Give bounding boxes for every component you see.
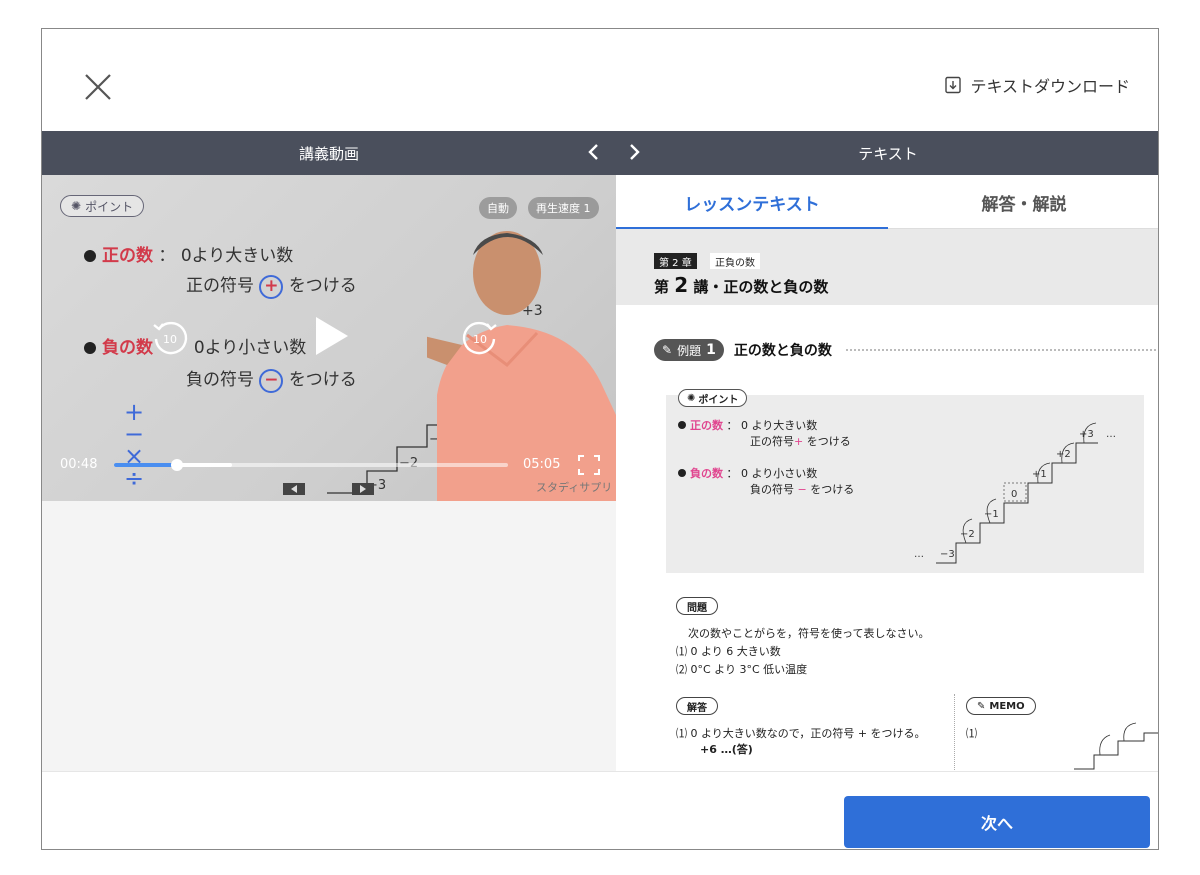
video-watermark: スタディサプリ [536, 481, 613, 494]
seek-progress [114, 463, 178, 467]
stair-label: −3 [940, 549, 955, 560]
close-icon [85, 74, 111, 100]
collapse-chevron-left-icon[interactable] [582, 140, 606, 164]
example-badge: ✎ 例題 1 [654, 339, 724, 361]
bullet-dot [84, 250, 96, 262]
stair-label: +2 [1056, 449, 1071, 460]
point-box: ✺ ポイント 正の数 ： 0 より大きい数 正の符号+ をつける 負の数 ： 0… [666, 389, 1144, 573]
chapter-badge: 第 2 章 [654, 253, 697, 269]
video-panel: 講義動画 ✺ ポイント 正の数 ： 0より大きい数 正の符号 + をつける 負の… [42, 131, 616, 771]
point-stairs-diagram: +3 … +2 +1 0 −1 −2 … −3 [914, 422, 1116, 564]
stair-label: −1 [984, 509, 999, 520]
current-time: 00:48 [60, 457, 98, 472]
tab-lesson-text[interactable]: レッスンテキスト [616, 175, 888, 230]
duration: 05:05 [523, 457, 561, 472]
tab-answer-explanation[interactable]: 解答・解説 [888, 175, 1158, 229]
video-panel-header: 講義動画 [42, 131, 616, 175]
memo-divider [954, 694, 955, 771]
board-positive-sign: 正の符号 + をつける [186, 271, 357, 299]
question-item: ⑴ 0 より 6 大きい数 [676, 645, 781, 658]
example-title: 正の数と負の数 [733, 343, 832, 359]
point-negative-line: 負の数 ： 0 より小さい数 [678, 465, 817, 481]
stair-label: … [914, 549, 924, 560]
download-label: テキストダウンロード [970, 77, 1130, 96]
question-item: ⑵ 0°C より 3°C 低い温度 [676, 663, 808, 676]
video-panel-title: 講義動画 [298, 144, 359, 163]
question-text: 次の数やことがらを，符号を使って表しなさい。 [688, 627, 930, 640]
forward-10-label: 10 [473, 333, 487, 346]
chapter-subtitle: 正負の数 [710, 253, 760, 269]
next-button[interactable]: 次へ [844, 796, 1150, 848]
point-negative-sign: 負の符号 − をつける [750, 483, 855, 496]
top-bar: テキストダウンロード [42, 29, 1158, 131]
board-prev-icon [283, 483, 305, 495]
download-icon [945, 76, 962, 94]
question-badge: 問題 [676, 597, 718, 615]
pencil-icon: ✎ [977, 700, 986, 712]
seek-bar[interactable] [114, 459, 508, 471]
lightbulb-icon: ✺ [71, 199, 82, 213]
rewind-10-label: 10 [163, 333, 177, 346]
video-player[interactable]: ✺ ポイント 正の数 ： 0より大きい数 正の符号 + をつける 負の数 0より… [42, 175, 616, 501]
stair-label: 0 [1011, 489, 1017, 500]
stair-label: … [1106, 429, 1116, 440]
stair-label: +3 [1079, 429, 1094, 440]
auto-toggle-button[interactable]: 自動 [479, 197, 517, 219]
text-panel: テキスト レッスンテキスト 解答・解説 第 2 章 正負の数 第 2 講・正の数… [616, 131, 1158, 771]
app-window: テキストダウンロード 講義動画 ✺ ポイント 正の数 ： 0より大きい数 正の符… [41, 28, 1159, 850]
stair-label: −2 [960, 529, 975, 540]
answer-result: +6 …(答) [700, 743, 753, 756]
bullet-dot [84, 342, 96, 354]
answer-line: ⑴ 0 より大きい数なので，正の符号 + をつける。 [676, 727, 926, 740]
text-panel-header: テキスト [616, 131, 1158, 175]
board-positive-line: 正の数 ： 0より大きい数 [84, 241, 293, 266]
example-heading: ✎ 例題 1 正の数と負の数 [654, 339, 1156, 361]
memo-item: ⑴ [966, 727, 977, 740]
rewind-10-button[interactable]: 10 [150, 317, 190, 357]
point-badge: ✺ ポイント [60, 195, 145, 217]
dotted-divider [845, 349, 1156, 351]
seek-handle[interactable] [171, 459, 184, 471]
forward-10-button[interactable]: 10 [460, 317, 500, 357]
board-negative-line: 負の数 0より小さい数 [84, 333, 306, 358]
playback-speed-button[interactable]: 再生速度 1 [528, 197, 599, 219]
memo-badge: ✎ MEMO [966, 697, 1036, 715]
operator-symbols: + − × ÷ [124, 398, 145, 492]
answer-badge: 解答 [676, 697, 718, 715]
bottom-bar: 次へ [42, 771, 1158, 849]
lightbulb-icon: ✺ [687, 392, 696, 404]
point-box-badge: ✺ ポイント [678, 389, 748, 407]
expand-chevron-right-icon[interactable] [622, 140, 646, 164]
point-positive-sign: 正の符号+ をつける [750, 435, 851, 448]
text-download-link[interactable]: テキストダウンロード [944, 73, 1130, 97]
edit-icon: ✎ [662, 343, 673, 357]
play-button[interactable] [308, 313, 354, 359]
board-next-icon [352, 483, 374, 495]
text-panel-title: テキスト [858, 144, 918, 163]
close-button[interactable] [78, 67, 118, 107]
point-positive-line: 正の数 ： 0 より大きい数 [678, 417, 817, 433]
lesson-title: 第 2 講・正の数と負の数 [654, 273, 829, 297]
chapter-header: 第 2 章 正負の数 第 2 講・正の数と負の数 [616, 229, 1158, 305]
memo-stairs-diagram [1074, 722, 1158, 770]
fullscreen-icon[interactable] [578, 455, 600, 475]
text-tabs: レッスンテキスト 解答・解説 [616, 175, 1158, 230]
stair-label: +1 [1032, 469, 1047, 480]
